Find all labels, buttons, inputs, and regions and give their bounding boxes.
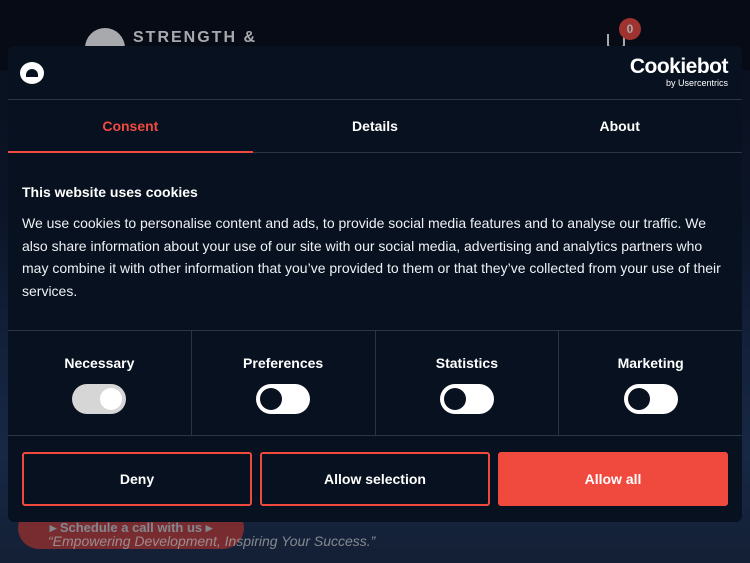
toggle-knob xyxy=(627,388,650,410)
toggle-label-preferences: Preferences xyxy=(243,355,324,371)
statistics-toggle[interactable] xyxy=(439,384,494,414)
allow-selection-button[interactable]: Allow selection xyxy=(260,452,490,506)
cookiebot-byline: by Usercentrics xyxy=(665,78,728,88)
cookiebot-name: Cookiebot xyxy=(629,55,729,78)
toggle-cell-statistics: Statistics xyxy=(376,331,560,435)
necessary-toggle xyxy=(72,384,127,414)
allow-all-button[interactable]: Allow all xyxy=(498,452,728,506)
toggle-label-marketing: Marketing xyxy=(617,355,684,371)
dialog-header: Cookiebot by Usercentrics xyxy=(8,46,742,100)
toggle-knob xyxy=(260,388,283,410)
toggle-cell-preferences: Preferences xyxy=(192,331,376,435)
cookiebot-logo[interactable]: Cookiebot by Usercentrics xyxy=(629,55,729,89)
cookie-consent-dialog: Cookiebot by Usercentrics Consent Detail… xyxy=(8,46,742,522)
toggle-label-statistics: Statistics xyxy=(435,355,498,371)
toggle-cell-marketing: Marketing xyxy=(559,331,742,435)
consent-buttons: Deny Allow selection Allow all xyxy=(8,436,742,506)
toggle-cell-necessary: Necessary xyxy=(8,331,192,435)
site-logo-icon xyxy=(20,62,44,84)
consent-body: This website uses cookies We use cookies… xyxy=(8,153,742,331)
toggle-label-necessary: Necessary xyxy=(64,355,135,371)
tab-about[interactable]: About xyxy=(497,100,742,152)
tab-consent[interactable]: Consent xyxy=(8,100,253,153)
tab-details[interactable]: Details xyxy=(253,100,498,152)
consent-title: This website uses cookies xyxy=(22,184,198,200)
preferences-toggle[interactable] xyxy=(256,384,311,414)
toggle-knob xyxy=(443,388,466,410)
consent-text: We use cookies to personalise content an… xyxy=(22,215,721,299)
toggle-knob xyxy=(100,388,123,410)
deny-button[interactable]: Deny xyxy=(22,452,252,506)
cookie-category-toggles: Necessary Preferences Statistics Marketi… xyxy=(8,331,742,436)
marketing-toggle[interactable] xyxy=(623,384,678,414)
consent-tabs: Consent Details About xyxy=(8,100,742,153)
